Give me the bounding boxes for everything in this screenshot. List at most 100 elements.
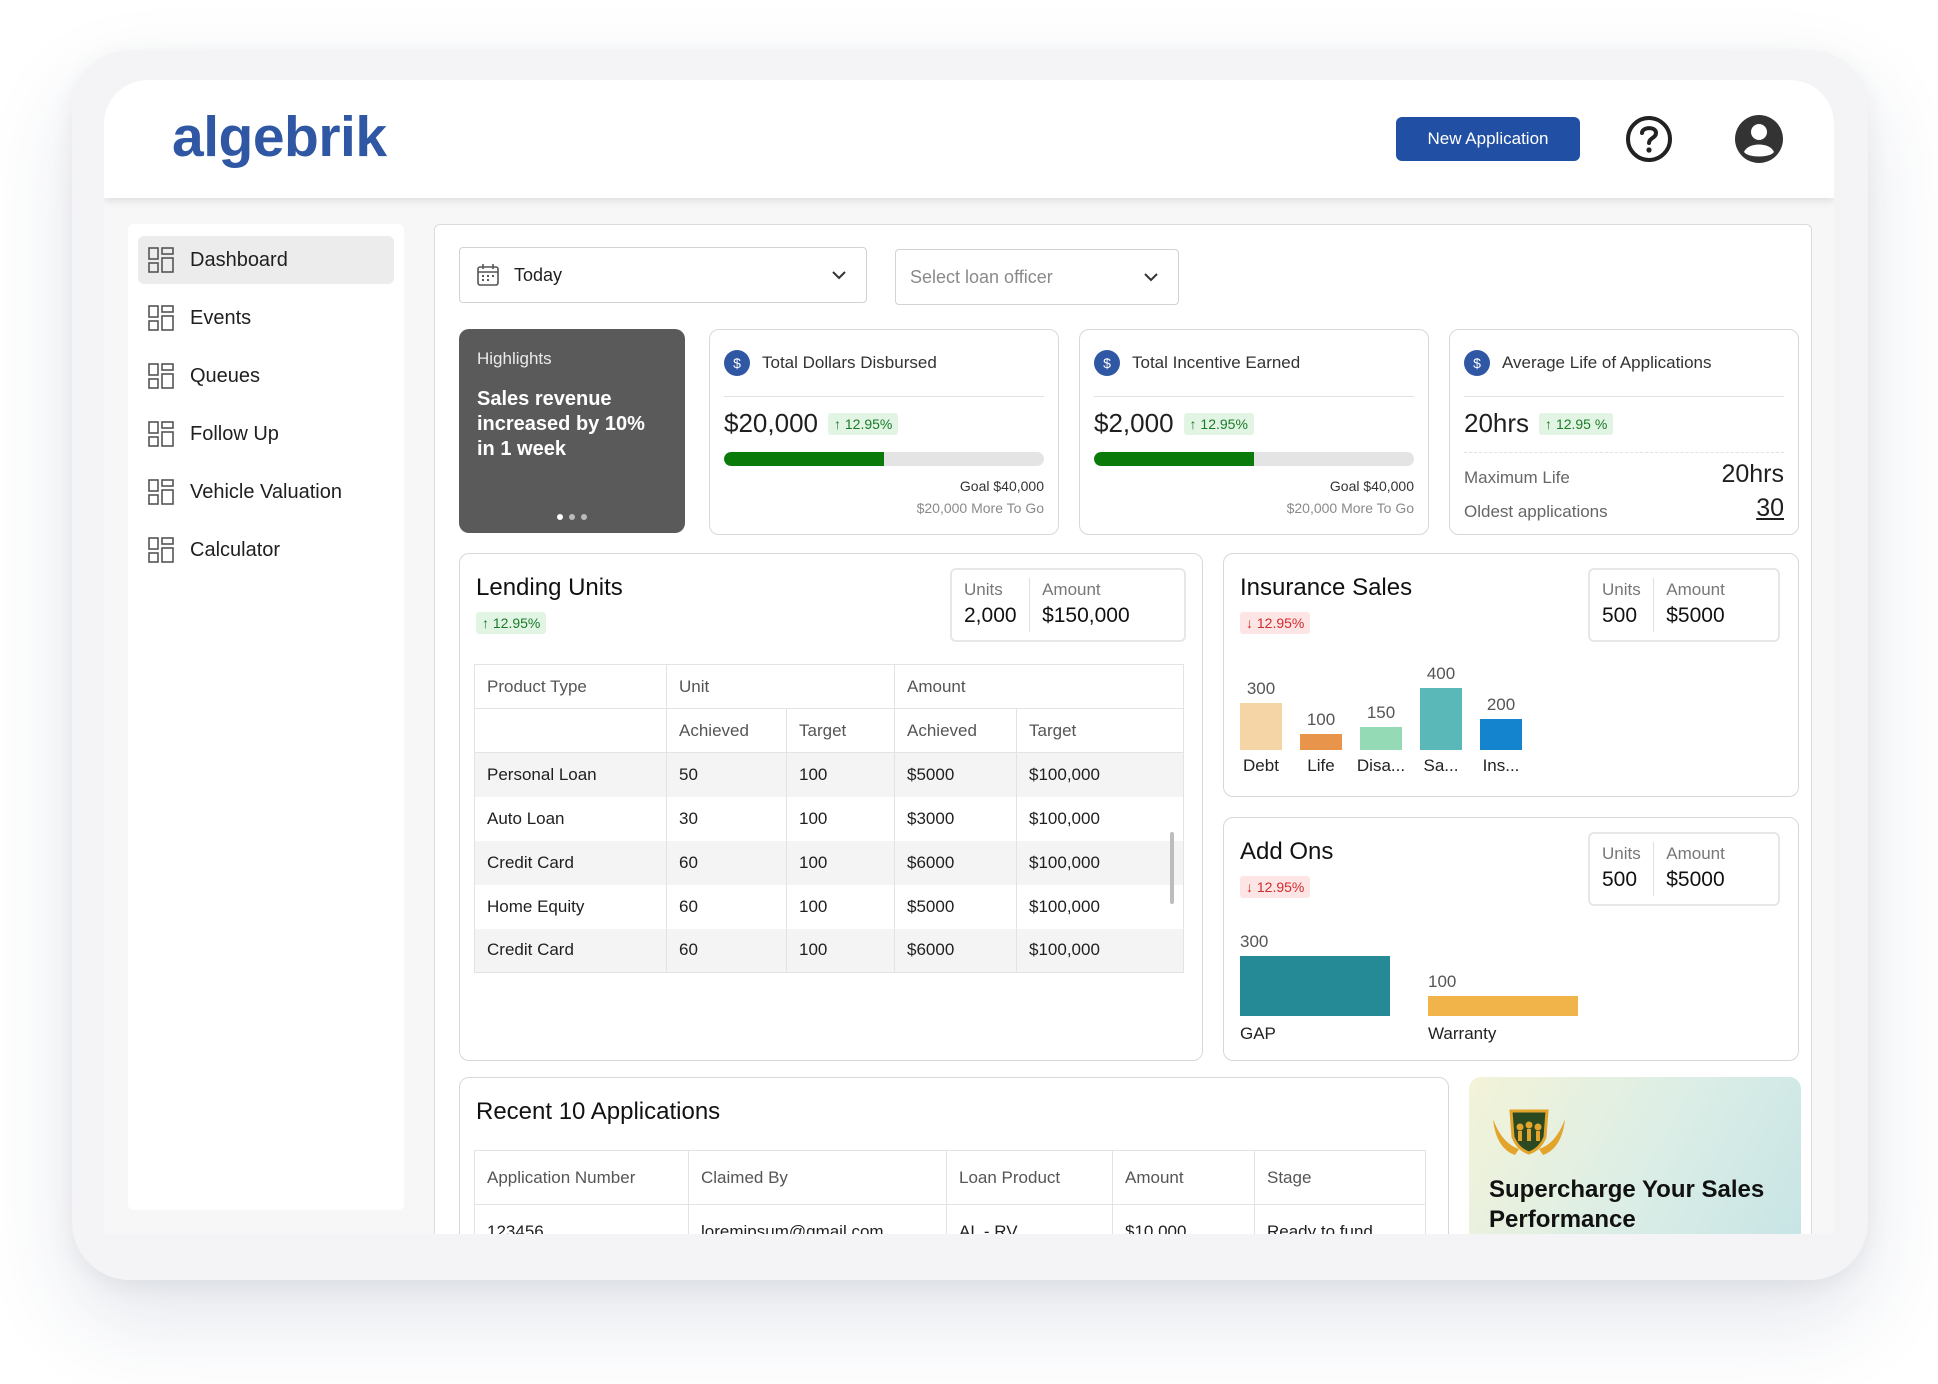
goal-progress-bar [1094,452,1414,466]
chart-value-label: 100 [1428,972,1457,991]
table-row[interactable]: Credit Card 60 100 $6000 $100,000 [474,840,1184,885]
carousel-dot[interactable] [569,514,575,520]
carousel-dot[interactable] [581,514,587,520]
chevron-down-icon [1144,273,1158,282]
sidebar-item-label: Events [190,306,252,329]
chart-bar[interactable] [1480,719,1522,750]
change-value: 12.95% [844,415,893,432]
table-row[interactable]: Personal Loan 50 100 $5000 $100,000 [474,752,1184,797]
insurance-bar-chart: 300 Debt 100 Life 150 Disa... 400 Sa... 200 Ins..… [1224,554,1798,796]
cell-product: Auto Loan [487,808,565,828]
date-filter-value: Today [514,264,563,285]
calendar-icon [477,264,499,286]
chart-bar[interactable] [1428,996,1578,1016]
highlights-card[interactable]: Highlights Sales revenue increased by 10… [459,329,685,533]
chart-bar[interactable] [1240,703,1282,750]
kpi-value: 20hrs [1464,408,1530,438]
column-header: Amount [1112,1150,1255,1205]
table-row[interactable]: Credit Card 60 100 $6000 $100,000 [474,928,1184,973]
date-filter-select[interactable]: Today [459,247,867,303]
chart-category-label: Disa... [1356,756,1406,775]
cell: 60 [666,928,787,973]
chart-bar[interactable] [1420,688,1462,750]
cell: 100 [786,928,895,973]
column-header: Achieved [894,708,1017,753]
arrow-up-icon: ↑ [1545,415,1556,432]
grid-icon [148,537,174,563]
highlights-text: Sales revenue increased by 10% in 1 week [477,388,645,460]
cell: $6000 [894,928,1017,973]
cell: 100 [786,752,895,797]
carousel-dot[interactable] [557,514,563,520]
sidebar: Dashboard Events Queues Follow Up Vehicl… [128,224,404,1210]
cell: $100,000 [1016,928,1184,973]
chart-value-label: 150 [1366,703,1396,722]
user-account-icon[interactable] [1734,114,1784,164]
table-scrollbar[interactable] [1170,832,1174,904]
cell: 30 [666,796,787,841]
kpi-title: Average Life of Applications [1502,353,1712,372]
column-header: Stage [1254,1150,1426,1205]
table-row[interactable]: Home Equity 60 100 $5000 $100,000 [475,884,1184,929]
sidebar-item-label: Queues [190,364,261,387]
chart-bar[interactable] [1300,734,1342,750]
dollar-icon: $ [1464,350,1490,376]
chevron-down-icon [832,271,846,280]
lending-summary: Units 2,000 Amount $150,000 [950,568,1186,642]
arrow-up-icon: ↑ [1189,415,1201,432]
chart-category-label: Ins... [1482,756,1520,775]
cell: $3000 [894,796,1017,841]
highlights-title: Highlights [477,349,552,368]
sidebar-item-events[interactable]: Events [138,294,394,342]
grid-icon [148,421,174,447]
help-circle-icon[interactable] [1624,114,1674,164]
cell-claimed-by: loremipsum@gmail.com [688,1204,947,1234]
chart-category-label: Sa... [1423,756,1459,775]
sidebar-item-label: Vehicle Valuation [190,480,342,503]
carousel-dots[interactable] [459,507,685,525]
loan-officer-select[interactable]: Select loan officer [895,249,1179,305]
cell: $5000 [894,752,1017,797]
lending-table: Product Type Unit Amount Achieved Target… [474,664,1184,973]
oldest-applications-value[interactable]: 30 [1756,494,1784,523]
column-header: Target [1016,708,1184,753]
arrow-up-icon: ↑ [482,615,493,631]
chart-bar[interactable] [1360,727,1402,750]
units-value: 2,000 [964,604,1017,627]
table-row[interactable]: Auto Loan 30 100 $3000 $100,000 [475,796,1184,841]
sidebar-item-dashboard[interactable]: Dashboard [138,236,394,284]
sidebar-item-label: Follow Up [190,422,279,445]
cell: $5000 [894,884,1017,929]
change-badge: ↑ 12.95 % [1539,412,1614,435]
add-ons-panel: Add Ons ↓ 12.95% Units 500 Amount $5000 30… [1223,817,1799,1061]
loan-officer-placeholder: Select loan officer [910,266,1053,287]
cell: 50 [666,752,787,797]
grid-icon [148,305,174,331]
sidebar-item-follow-up[interactable]: Follow Up [138,410,394,458]
recent-applications-panel: Recent 10 Applications Application Numbe… [459,1077,1449,1234]
cell: 60 [666,840,787,885]
table-row[interactable]: 123456 loremipsum@gmail.com AL - RV $10,… [475,1204,1426,1234]
chart-value-label: 100 [1306,710,1336,729]
top-header: algebrik New Application [104,80,1834,198]
trophy-badge-icon [1493,1109,1565,1155]
cell: 100 [786,884,895,929]
sidebar-item-queues[interactable]: Queues [138,352,394,400]
add-ons-bar-chart: 300 GAP 100 Warranty [1224,818,1798,1060]
cell: 100 [786,840,895,885]
chart-bar[interactable] [1240,956,1390,1016]
promo-card[interactable]: Supercharge Your Sales Performance [1469,1077,1801,1234]
max-life-value: 20hrs [1721,460,1784,488]
cell-product: Credit Card [474,928,667,973]
to-go-label: $20,000 More To Go [916,500,1044,516]
column-header: Achieved [666,708,787,753]
new-application-button[interactable]: New Application [1396,117,1580,161]
sidebar-item-calculator[interactable]: Calculator [138,526,394,574]
dollar-icon: $ [1094,350,1120,376]
change-value: 12.95% [492,615,541,631]
sidebar-item-vehicle-valuation[interactable]: Vehicle Valuation [138,468,394,516]
arrow-up-icon: ↑ [833,415,845,432]
to-go-label: $20,000 More To Go [1286,500,1414,516]
app-window: algebrik New Application Dashboard Event… [104,80,1834,1234]
lending-units-panel: Lending Units ↑ 12.95% Units 2,000 Amount… [459,553,1203,1061]
